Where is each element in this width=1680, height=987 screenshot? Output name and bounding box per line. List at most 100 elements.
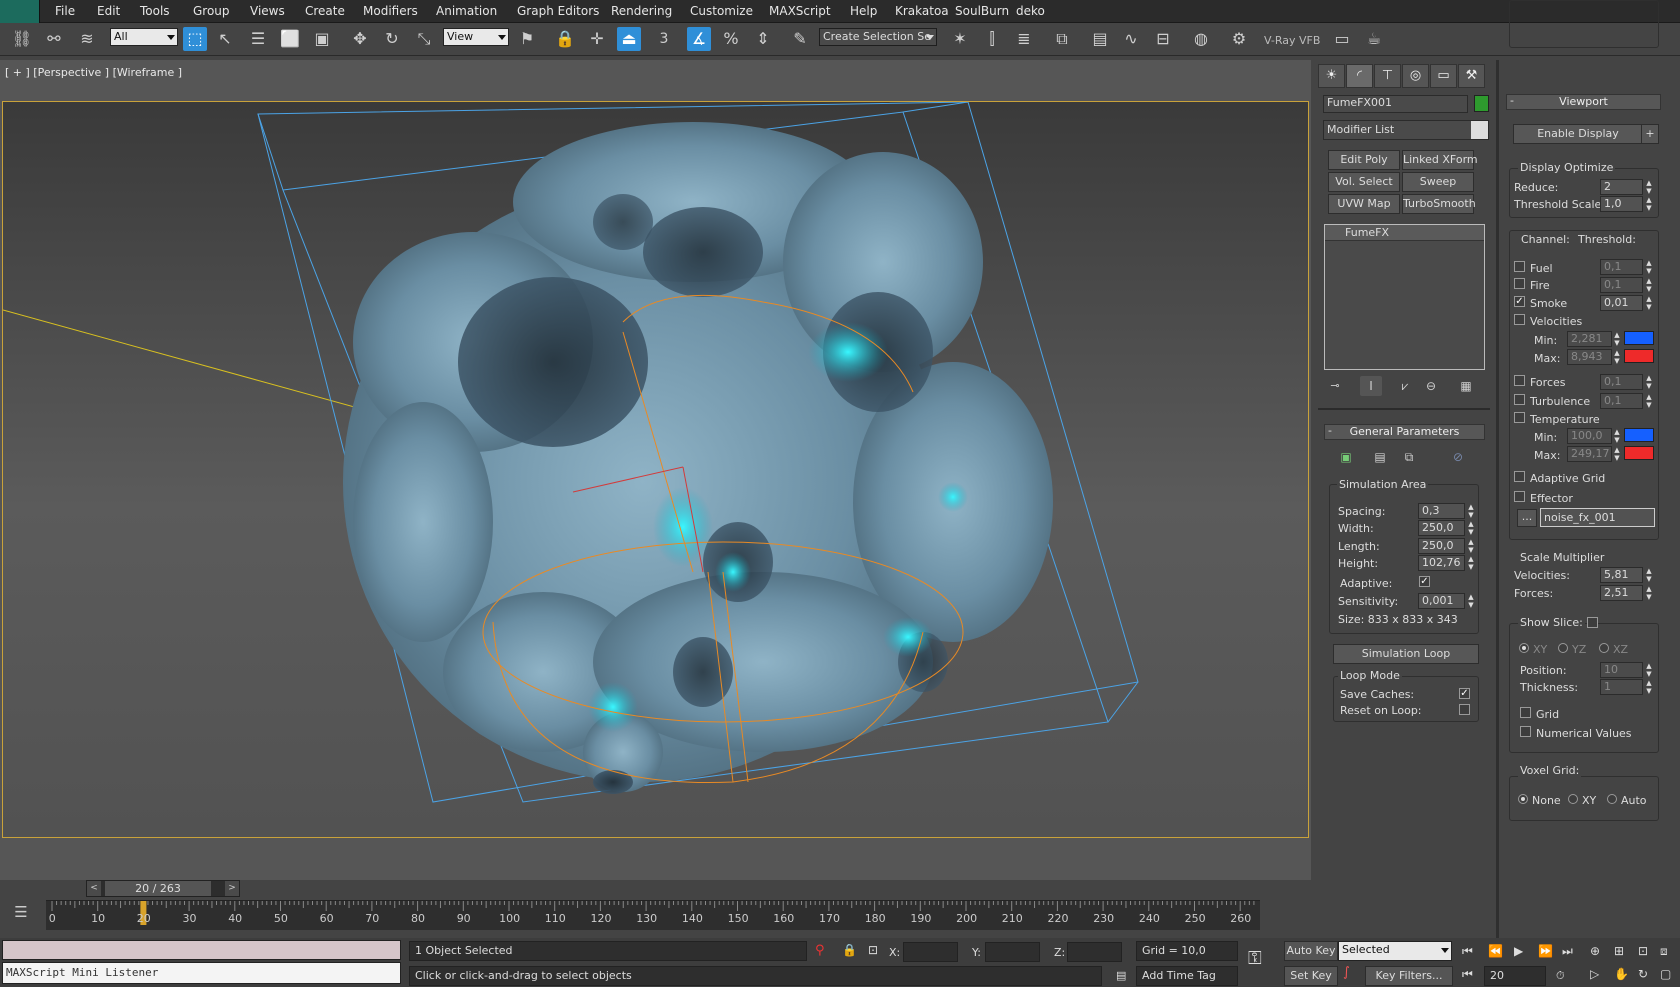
effector-name-field[interactable]: noise_fx_001: [1540, 508, 1655, 527]
configure-sets-icon[interactable]: ▦: [1455, 376, 1477, 396]
percent-snap-icon[interactable]: %: [719, 27, 743, 51]
time-slider-next-icon[interactable]: >: [225, 881, 239, 896]
motion-tab-icon[interactable]: ◎: [1402, 64, 1429, 88]
x-coordinate-field[interactable]: [903, 942, 958, 962]
add-time-tag-button[interactable]: Add Time Tag: [1136, 966, 1238, 986]
slice-grid-checkbox[interactable]: [1520, 707, 1531, 718]
temperature-min-spinner[interactable]: ▲ ▼: [1613, 428, 1621, 444]
voxel-xy-radio[interactable]: [1568, 794, 1578, 804]
sensitivity-spinner[interactable]: ▲ ▼: [1467, 593, 1475, 609]
spacing-spinner[interactable]: ▲ ▼: [1467, 503, 1475, 519]
reset-on-loop-checkbox[interactable]: [1459, 704, 1470, 715]
go-to-end-icon[interactable]: ⏭: [1562, 944, 1573, 959]
menu-modifiers[interactable]: Modifiers: [363, 4, 418, 18]
smoke-spinner[interactable]: ▲ ▼: [1645, 295, 1653, 311]
scale-forces-field[interactable]: 2,51: [1600, 585, 1643, 601]
preview-window-icon[interactable]: ⧉: [1398, 446, 1420, 468]
time-slider-frame[interactable]: 20 / 263: [105, 881, 211, 896]
fuel-spinner[interactable]: ▲ ▼: [1645, 259, 1653, 275]
snaps-toggle-icon[interactable]: 3: [652, 27, 676, 51]
scale-icon[interactable]: ⤡: [412, 27, 436, 51]
curve-editor-icon[interactable]: ∿: [1119, 27, 1143, 51]
forces-checkbox[interactable]: [1514, 375, 1525, 386]
velocities-max-field[interactable]: 8,943: [1567, 349, 1612, 365]
slice-xy-radio[interactable]: [1519, 643, 1529, 653]
menu-soulburn[interactable]: SoulBurn: [955, 4, 1009, 18]
forces-spinner[interactable]: ▲ ▼: [1645, 374, 1653, 390]
menu-rendering[interactable]: Rendering: [611, 4, 672, 18]
align-icon[interactable]: ⫿: [980, 27, 1004, 51]
zoom-extents-all-icon[interactable]: ⧈: [1660, 944, 1668, 959]
temperature-min-field[interactable]: 100,0: [1567, 428, 1612, 444]
uvw-map-button[interactable]: UVW Map: [1328, 194, 1400, 214]
length-spinner[interactable]: ▲ ▼: [1467, 538, 1475, 554]
menu-help[interactable]: Help: [850, 4, 877, 18]
menu-file[interactable]: File: [55, 4, 75, 18]
make-unique-icon[interactable]: ⩗: [1394, 376, 1416, 396]
select-object-icon[interactable]: ⬚: [183, 27, 207, 51]
menu-group[interactable]: Group: [193, 4, 230, 18]
absolute-mode-icon[interactable]: ⊡: [868, 943, 878, 957]
render-setup-icon[interactable]: ⚙: [1227, 27, 1251, 51]
menu-graph-editors[interactable]: Graph Editors: [517, 4, 599, 18]
unlink-icon[interactable]: ⚯: [42, 27, 66, 51]
simulation-loop-button[interactable]: Simulation Loop: [1333, 644, 1479, 664]
turbulence-threshold-field[interactable]: 0,1: [1600, 393, 1643, 409]
select-list-icon[interactable]: ☰: [246, 27, 270, 51]
velocities-max-color[interactable]: [1624, 349, 1654, 363]
temperature-checkbox[interactable]: [1514, 412, 1525, 423]
pin-stack-icon[interactable]: ⊸: [1324, 376, 1346, 396]
temperature-min-color[interactable]: [1624, 428, 1654, 442]
height-spinner[interactable]: ▲ ▼: [1467, 555, 1475, 571]
edit-named-selection-icon[interactable]: ✎: [788, 27, 812, 51]
lock-selection-icon[interactable]: 🔒: [553, 27, 577, 51]
threshold-scale-field[interactable]: 1,0: [1600, 196, 1643, 212]
velocities-min-color[interactable]: [1624, 331, 1654, 345]
sensitivity-field[interactable]: 0,001: [1418, 593, 1465, 609]
modifier-list-chevron-down-icon[interactable]: [1471, 121, 1488, 139]
maxscript-mini-listener-input[interactable]: MAXScript Mini Listener: [2, 962, 401, 984]
forces-threshold-field[interactable]: 0,1: [1600, 374, 1643, 390]
velocities-checkbox[interactable]: [1514, 314, 1525, 325]
app-logo-icon[interactable]: [0, 0, 40, 23]
velocities-max-spinner[interactable]: ▲ ▼: [1613, 349, 1621, 365]
edit-poly-button[interactable]: Edit Poly: [1328, 150, 1400, 170]
fuel-threshold-field[interactable]: 0,1: [1600, 259, 1643, 275]
threshold-scale-spinner[interactable]: ▲ ▼: [1645, 196, 1653, 212]
remove-modifier-icon[interactable]: ⊖: [1420, 376, 1442, 396]
field-of-view-icon[interactable]: ▷: [1590, 967, 1599, 981]
menu-create[interactable]: Create: [305, 4, 345, 18]
modifier-list-dropdown[interactable]: Modifier List: [1323, 120, 1489, 140]
spacing-field[interactable]: 0,3: [1418, 503, 1465, 519]
pivot-center-icon[interactable]: ⚑: [515, 27, 539, 51]
window-crossing-icon[interactable]: ▣: [310, 27, 334, 51]
key-mode-dropdown[interactable]: Selected: [1338, 941, 1452, 961]
y-coordinate-field[interactable]: [985, 942, 1040, 962]
zoom-icon[interactable]: ⊕: [1590, 944, 1600, 958]
key-filters-button[interactable]: Key Filters...: [1365, 966, 1453, 986]
z-coordinate-field[interactable]: [1067, 942, 1122, 962]
scale-velocities-spinner[interactable]: ▲ ▼: [1645, 567, 1653, 583]
effector-checkbox[interactable]: [1514, 491, 1525, 502]
height-field[interactable]: 102,76: [1418, 555, 1465, 571]
linked-xform-button[interactable]: Linked XForm: [1402, 150, 1478, 170]
smoke-threshold-field[interactable]: 0,01: [1600, 295, 1643, 311]
fuel-checkbox[interactable]: [1514, 261, 1525, 272]
orbit-icon[interactable]: ↻: [1638, 967, 1648, 981]
length-field[interactable]: 250,0: [1418, 538, 1465, 554]
menu-animation[interactable]: Animation: [436, 4, 497, 18]
zoom-extents-icon[interactable]: ⊡: [1638, 944, 1648, 958]
spinner-snap-icon[interactable]: ⇕: [751, 27, 775, 51]
enable-display-button[interactable]: Enable Display: [1513, 124, 1643, 144]
thickness-spinner[interactable]: ▲ ▼: [1645, 679, 1653, 695]
render-frame-icon[interactable]: ▭: [1330, 27, 1354, 51]
slice-yz-radio[interactable]: [1558, 643, 1568, 653]
link-icon[interactable]: ⛓: [10, 27, 34, 51]
enable-display-plus-button[interactable]: +: [1641, 124, 1659, 144]
reduce-field[interactable]: 2: [1600, 179, 1643, 195]
default-in-out-tangent-icon[interactable]: ∫: [1343, 965, 1350, 980]
play-icon[interactable]: ▶: [1514, 944, 1523, 958]
auto-key-button[interactable]: Auto Key: [1284, 941, 1338, 961]
width-spinner[interactable]: ▲ ▼: [1467, 520, 1475, 536]
teapot-render-icon[interactable]: ☕: [1362, 27, 1386, 51]
